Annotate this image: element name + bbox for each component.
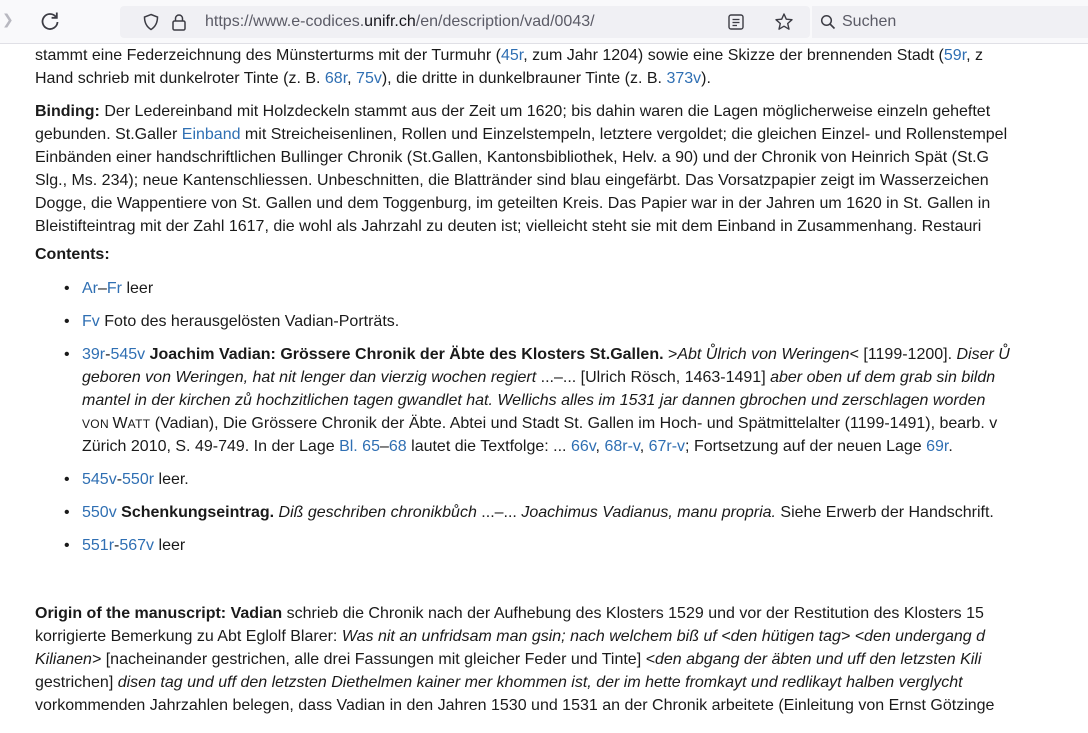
folio-link-69r[interactable]: 69r — [926, 438, 948, 455]
reader-view-icon[interactable] — [727, 13, 745, 31]
folio-link-545v[interactable]: 545v — [110, 346, 145, 363]
contents-item-fv: Fv Foto des herausgelösten Vadian-Porträ… — [62, 310, 1088, 333]
folio-link-66v[interactable]: 66v — [571, 438, 596, 455]
contents-item-chronik: 39r-545v Joachim Vadian: Grössere Chroni… — [62, 343, 1088, 458]
tracking-protection-shield-icon[interactable] — [142, 13, 160, 31]
address-bar[interactable]: https://www.e-codices.unifr.ch/en/descri… — [120, 6, 810, 38]
folio-link-75v[interactable]: 75v — [356, 70, 382, 87]
folio-link-fv[interactable]: Fv — [82, 313, 100, 330]
einband-link[interactable]: Einband — [182, 126, 241, 143]
folio-link-545v-b[interactable]: 545v — [82, 471, 117, 488]
search-icon — [820, 14, 836, 30]
folio-link-551r[interactable]: 551r — [82, 537, 114, 554]
bookmark-star-icon[interactable] — [774, 12, 794, 32]
origin-paragraph: Origin of the manuscript: Vadian schrieb… — [35, 605, 995, 714]
url-text[interactable]: https://www.e-codices.unifr.ch/en/descri… — [205, 13, 595, 31]
binding-paragraph: Binding: Der Ledereinband mit Holzdeckel… — [35, 103, 1008, 235]
folio-link-373v[interactable]: 373v — [666, 70, 701, 87]
contents-list: Ar–Fr leer Fv Foto des herausgelösten Va… — [62, 277, 1088, 557]
origin-label: Origin of the manuscript: Vadian — [35, 605, 283, 622]
folio-link-ar[interactable]: Ar — [82, 280, 98, 297]
folio-link-550r[interactable]: 550r — [122, 471, 154, 488]
folio-link-67r-v[interactable]: 67r-v — [649, 438, 685, 455]
folio-link-68r[interactable]: 68r — [325, 70, 347, 87]
intro-paragraph: stammt eine Federzeichnung des Münstertu… — [35, 44, 1088, 90]
search-placeholder: Suchen — [842, 13, 897, 30]
reload-icon[interactable] — [38, 9, 62, 33]
contents-heading: Contents: — [35, 246, 110, 263]
contents-item-ar-fr: Ar–Fr leer — [62, 277, 1088, 300]
folio-link-bl65[interactable]: Bl. 65 — [339, 438, 380, 455]
folio-link-550v[interactable]: 550v — [82, 504, 117, 521]
lock-icon[interactable] — [171, 13, 187, 31]
search-bar[interactable]: Suchen — [812, 6, 1088, 38]
browser-toolbar: ❯ https://www.e-codices.unifr.ch/en/desc… — [0, 0, 1088, 44]
contents-item-schenkung: 550v Schenkungseintrag. Diß geschriben c… — [62, 501, 1088, 524]
intro-line-1: stammt eine Federzeichnung des Münstertu… — [35, 47, 984, 64]
page-content: stammt eine Federzeichnung des Münstertu… — [0, 44, 1088, 733]
folio-link-39r[interactable]: 39r — [82, 346, 105, 363]
intro-line-2: Hand schrieb mit dunkelroter Tinte (z. B… — [35, 70, 711, 87]
contents-item-545v-550r: 545v-550r leer. — [62, 468, 1088, 491]
folio-link-68[interactable]: 68 — [389, 438, 407, 455]
forward-arrow-icon[interactable]: ❯ — [2, 11, 14, 28]
folio-link-fr[interactable]: Fr — [107, 280, 122, 297]
folio-link-567v[interactable]: 567v — [119, 537, 154, 554]
folio-link-59r[interactable]: 59r — [944, 47, 966, 64]
binding-label: Binding: — [35, 103, 100, 120]
contents-item-551r-567v: 551r-567v leer — [62, 534, 1088, 557]
folio-link-68r-v[interactable]: 68r-v — [604, 438, 639, 455]
folio-link-45r[interactable]: 45r — [501, 47, 523, 64]
